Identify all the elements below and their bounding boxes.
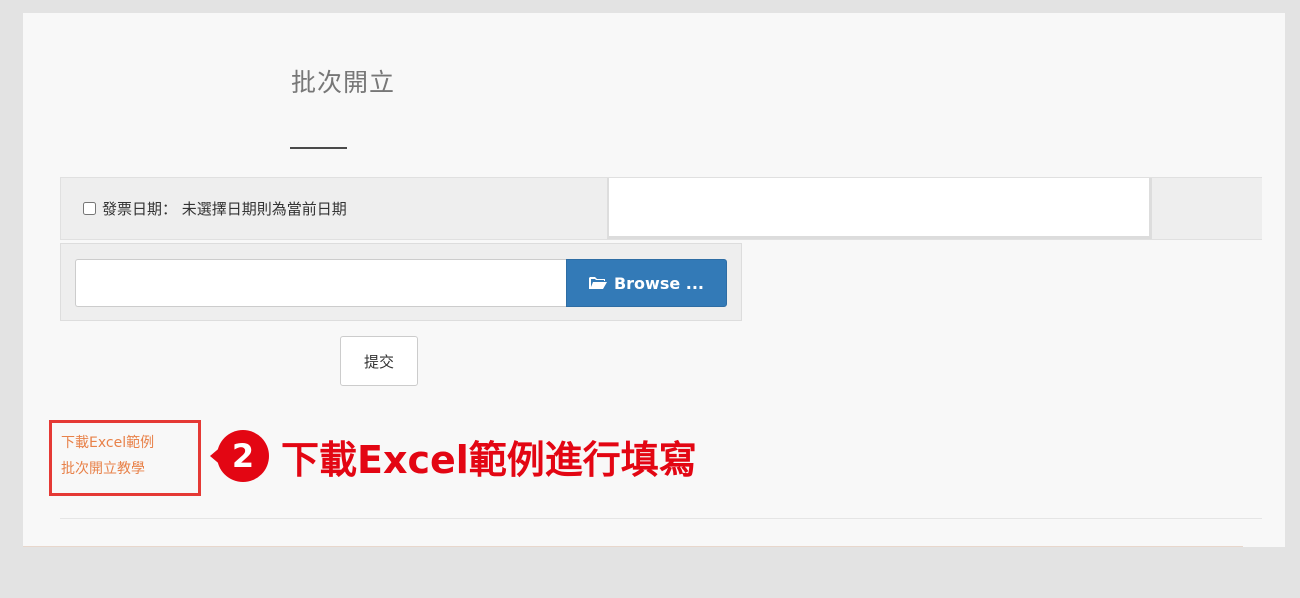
tutorial-link[interactable]: 批次開立教學: [61, 456, 198, 482]
main-panel: 批次開立 發票日期： 未選擇日期則為當前日期 Browse ... 提交 下載E…: [23, 13, 1285, 547]
divider: [60, 518, 1262, 519]
help-links-box: 下載Excel範例 批次開立教學: [49, 420, 201, 496]
download-example-link[interactable]: 下載Excel範例: [61, 430, 198, 456]
step-number-badge: 2: [217, 430, 269, 482]
panel-bottom-edge: [23, 546, 1243, 547]
page-title: 批次開立: [290, 68, 395, 97]
folder-open-icon: [588, 277, 607, 289]
annotation-callout: 2 下載Excel範例進行填寫: [210, 424, 697, 488]
date-picker-addon[interactable]: [1151, 178, 1262, 239]
title-underline: [290, 147, 347, 149]
invoice-date-label-text: 發票日期： 未選擇日期則為當前日期: [102, 200, 347, 218]
file-upload-row: Browse ...: [60, 243, 742, 321]
submit-button[interactable]: 提交: [340, 336, 418, 386]
invoice-date-row: 發票日期： 未選擇日期則為當前日期: [60, 177, 1262, 240]
invoice-date-checkbox[interactable]: [83, 202, 96, 215]
callout-text: 下載Excel範例進行填寫: [281, 437, 697, 482]
invoice-date-input[interactable]: [607, 178, 1151, 239]
invoice-date-label[interactable]: 發票日期： 未選擇日期則為當前日期: [83, 198, 347, 219]
browse-button-label: Browse ...: [613, 273, 705, 293]
browse-button[interactable]: Browse ...: [566, 259, 727, 307]
file-path-input[interactable]: [75, 259, 567, 307]
